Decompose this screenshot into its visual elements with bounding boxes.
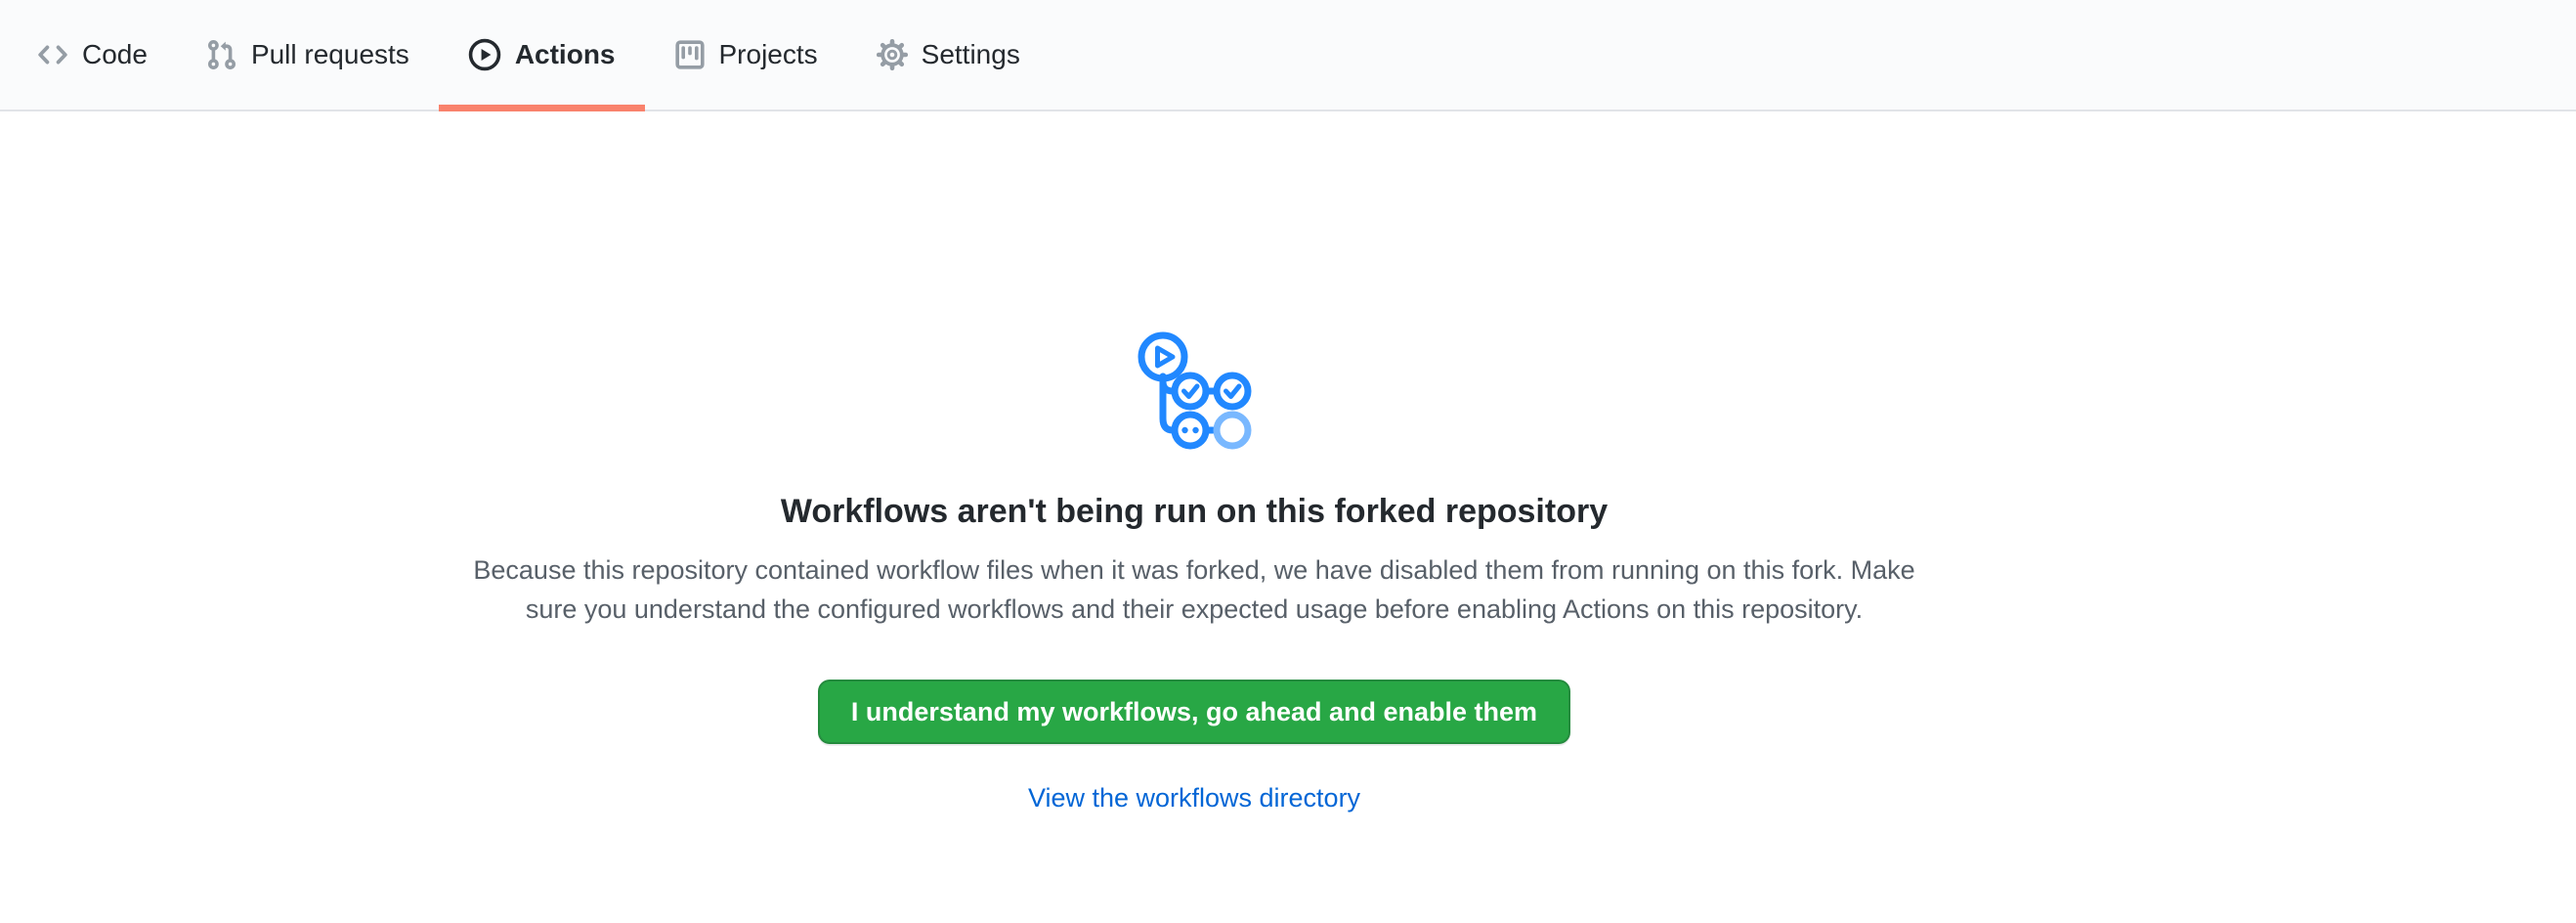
code-icon: [37, 39, 68, 70]
tab-code[interactable]: Code: [8, 0, 177, 110]
blankslate-heading: Workflows aren't being run on this forke…: [398, 490, 1991, 533]
repo-tab-bar: Code Pull requests: [8, 0, 1050, 110]
tab-pull-requests-label: Pull requests: [251, 39, 409, 70]
link-row: View the workflows directory: [398, 783, 1991, 813]
repo-nav: Code Pull requests: [0, 0, 2576, 111]
tab-actions[interactable]: Actions: [439, 0, 645, 110]
tab-projects[interactable]: Projects: [645, 0, 847, 110]
tab-pull-requests[interactable]: Pull requests: [177, 0, 439, 110]
tab-settings[interactable]: Settings: [847, 0, 1050, 110]
blankslate-description: Because this repository contained workfl…: [398, 550, 1991, 629]
project-icon: [674, 39, 706, 70]
blankslate-description-line2: sure you understand the configured workf…: [398, 590, 1991, 629]
gear-icon: [877, 39, 908, 70]
git-pull-request-icon: [206, 39, 237, 70]
tab-actions-label: Actions: [515, 39, 616, 70]
view-workflows-directory-link[interactable]: View the workflows directory: [1028, 783, 1360, 813]
blankslate: Workflows aren't being run on this forke…: [398, 328, 1991, 813]
blankslate-description-line1: Because this repository contained workfl…: [398, 550, 1991, 590]
tab-projects-label: Projects: [719, 39, 818, 70]
workflow-graph-icon: [398, 328, 1991, 453]
tab-code-label: Code: [82, 39, 148, 70]
play-icon: [468, 38, 501, 71]
enable-workflows-button[interactable]: I understand my workflows, go ahead and …: [818, 680, 1570, 744]
actions-disabled-page: Workflows aren't being run on this forke…: [0, 328, 2576, 813]
tab-settings-label: Settings: [922, 39, 1020, 70]
